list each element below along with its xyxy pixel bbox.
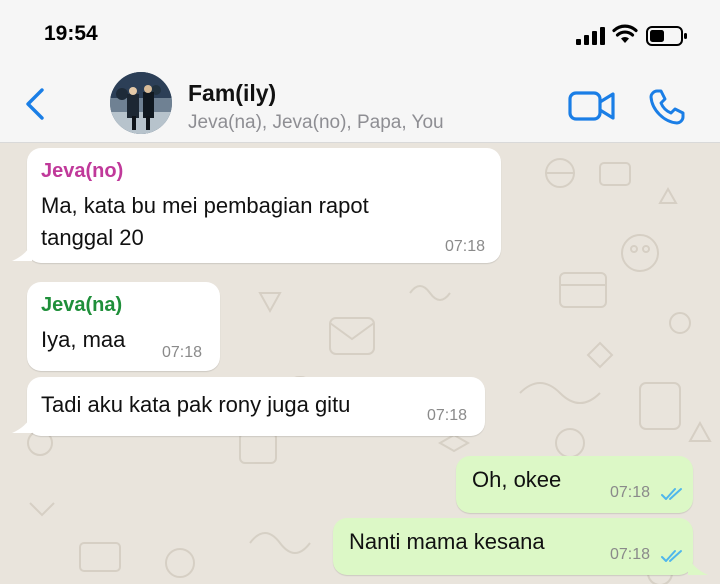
- chevron-left-icon[interactable]: [24, 88, 46, 125]
- battery-icon: [646, 26, 688, 51]
- bubble-tail: [688, 557, 708, 575]
- message-time: 07:18: [162, 344, 203, 361]
- message-bubble-incoming[interactable]: Jeva(na) Iya, maa 07:18: [27, 282, 220, 371]
- group-name[interactable]: Fam(ily): [188, 80, 276, 107]
- message-bubble-incoming[interactable]: Jeva(no) Ma, kata bu mei pembagian rapot…: [27, 148, 501, 263]
- message-text: tanggal 20: [41, 225, 144, 250]
- read-ticks-icon: [661, 550, 682, 562]
- message-text: Ma, kata bu mei pembagian rapot: [41, 193, 369, 218]
- message-time: 07:18: [610, 484, 651, 501]
- status-bar: 19:54: [0, 0, 720, 62]
- cellular-signal-icon: [576, 27, 606, 50]
- chat-header: Fam(ily) Jeva(na), Jeva(no), Papa, You: [0, 62, 720, 143]
- video-camera-icon[interactable]: [568, 90, 616, 127]
- message-time: 07:18: [445, 238, 486, 255]
- message-sender: Jeva(na): [41, 294, 123, 316]
- message-text: Oh, okee: [472, 467, 562, 492]
- message-bubble-outgoing[interactable]: Oh, okee 07:18: [456, 456, 693, 513]
- status-time: 19:54: [44, 22, 98, 45]
- bubble-tail: [12, 243, 32, 261]
- message-bubble-incoming[interactable]: Tadi aku kata pak rony juga gitu 07:18: [27, 377, 485, 436]
- chat-area[interactable]: Jeva(no) Ma, kata bu mei pembagian rapot…: [0, 143, 720, 584]
- wifi-icon: [612, 24, 638, 49]
- message-time: 07:18: [427, 407, 468, 424]
- bubble-tail: [12, 415, 32, 433]
- message-text: Iya, maa: [41, 327, 126, 352]
- message-bubble-outgoing[interactable]: Nanti mama kesana 07:18: [333, 518, 693, 575]
- message-text: Tadi aku kata pak rony juga gitu: [41, 392, 351, 417]
- read-ticks-icon: [661, 488, 682, 500]
- message-sender: Jeva(no): [41, 160, 124, 182]
- phone-icon[interactable]: [648, 88, 686, 131]
- message-time: 07:18: [610, 546, 651, 563]
- message-text: Nanti mama kesana: [349, 529, 545, 554]
- avatar[interactable]: [110, 72, 172, 134]
- group-members[interactable]: Jeva(na), Jeva(no), Papa, You: [188, 112, 444, 134]
